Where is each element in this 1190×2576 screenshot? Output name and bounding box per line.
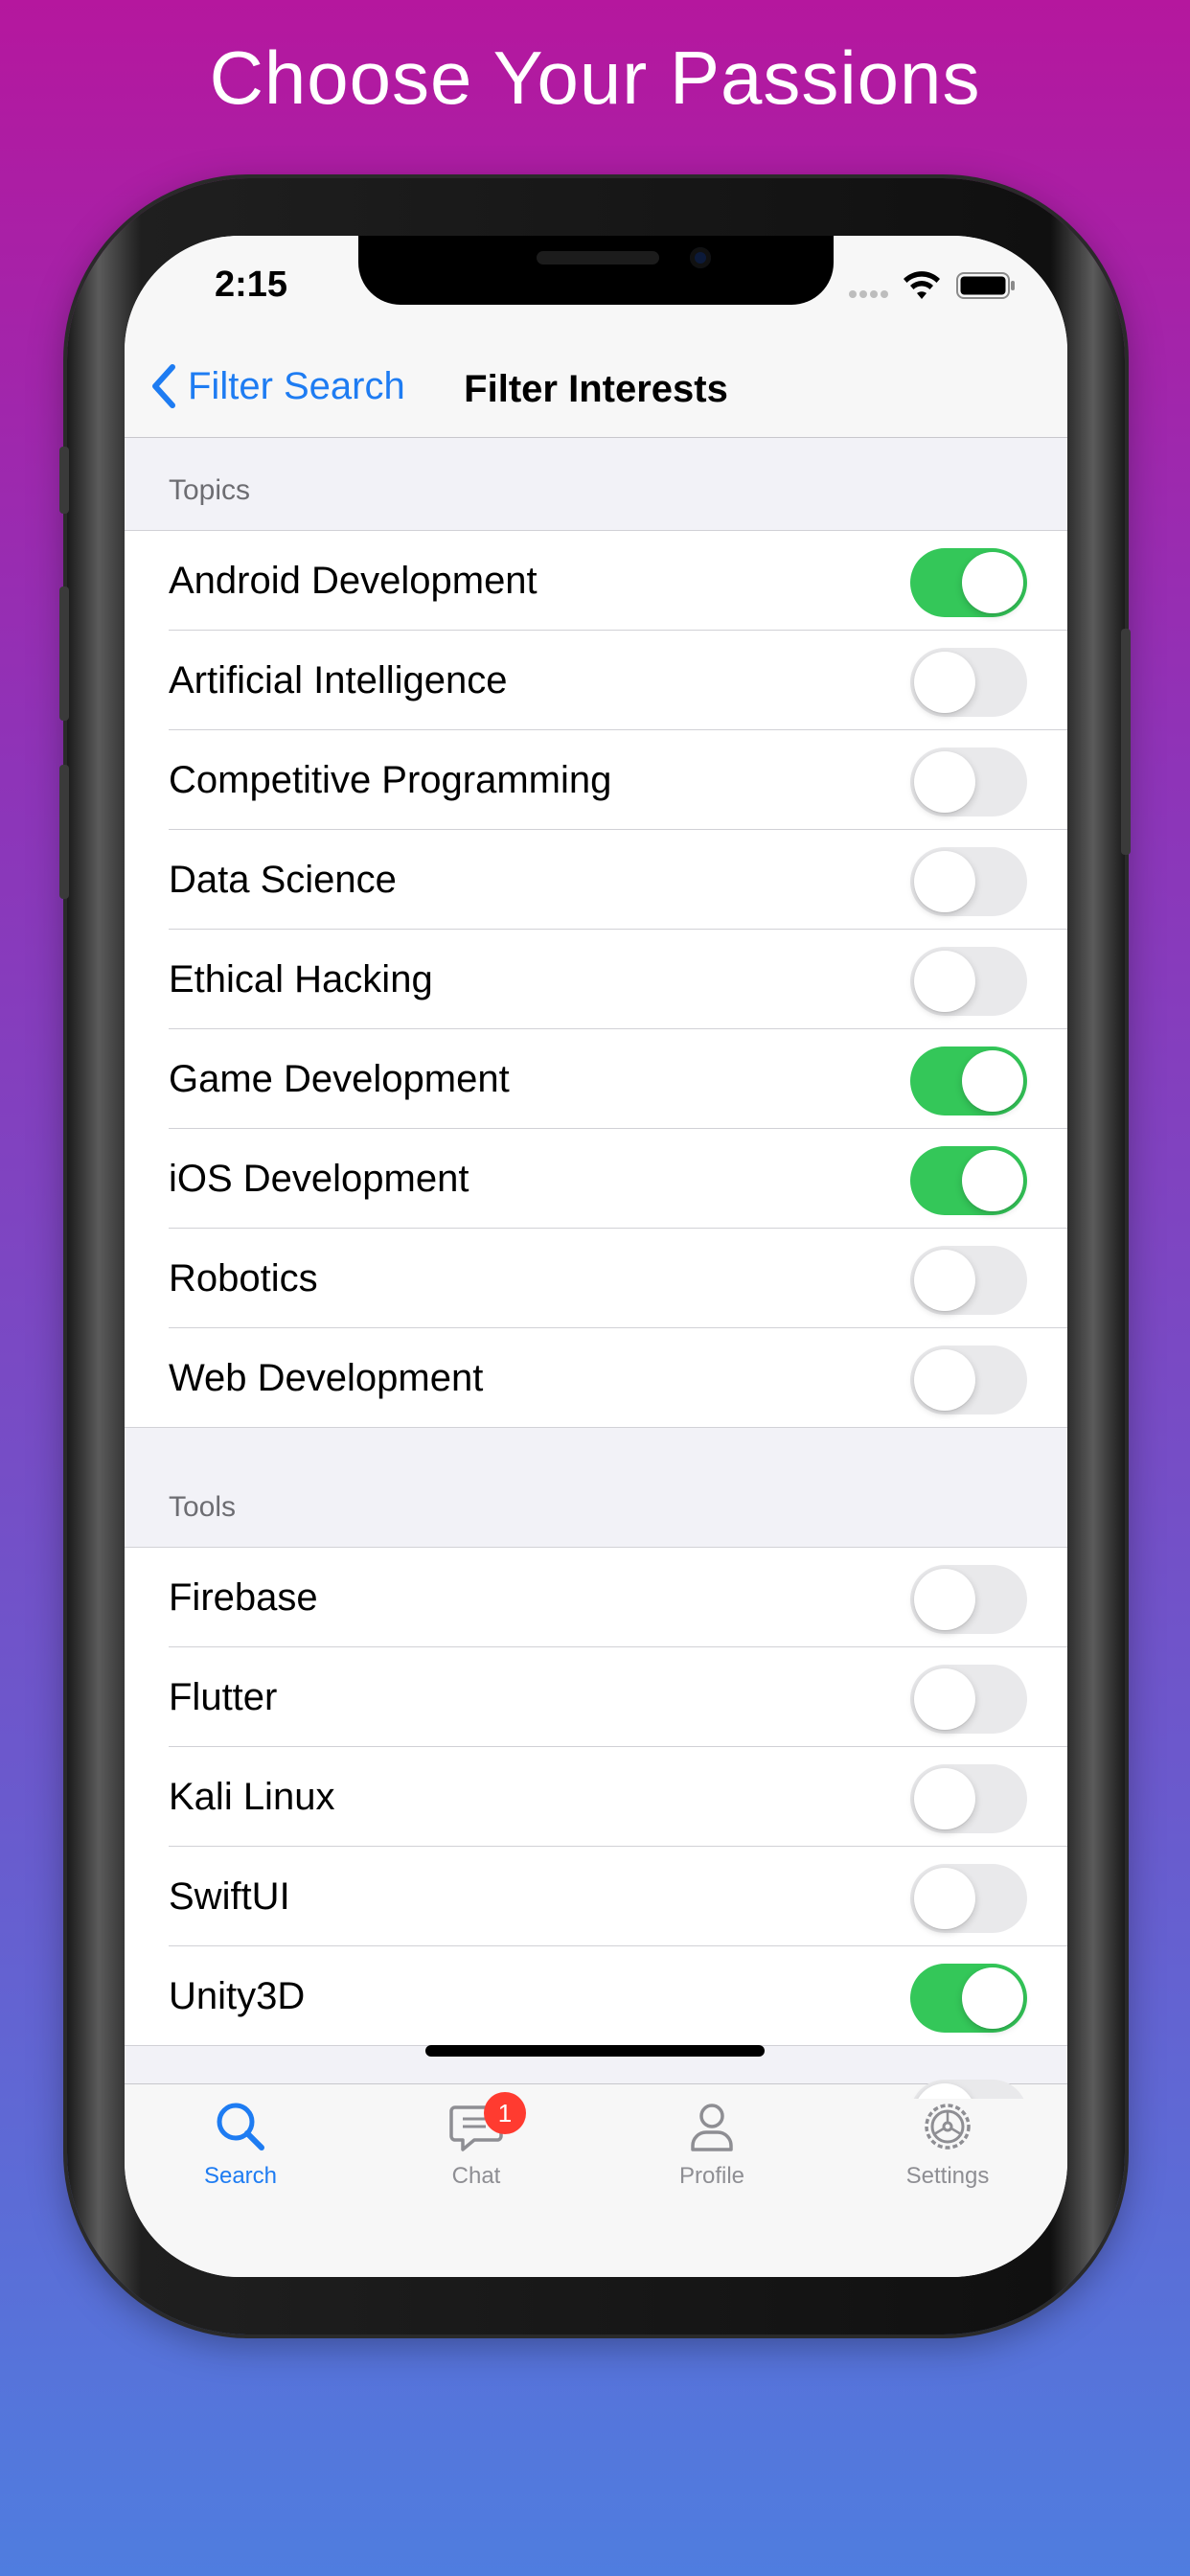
list-item-label: Game Development xyxy=(169,1058,510,1100)
section-header-label: Tools xyxy=(169,1491,237,1523)
phone-power-button xyxy=(1121,629,1131,855)
page-title: Filter Interests xyxy=(464,368,728,410)
list-item: Robotics xyxy=(125,1229,1067,1328)
phone-volume-up xyxy=(59,586,69,721)
list-item-label: Kali Linux xyxy=(169,1776,335,1818)
toggle-knob xyxy=(962,552,1023,613)
section-spacer xyxy=(125,1428,1067,1455)
tab-label: Chat xyxy=(451,2163,501,2189)
list-item-label: Artificial Intelligence xyxy=(169,659,508,702)
speaker-grille xyxy=(537,251,659,264)
section-header-label: Topics xyxy=(169,474,251,506)
list-item-label: Firebase xyxy=(169,1576,318,1619)
section-header-tools: Tools xyxy=(125,1455,1067,1548)
list-item: Android Development xyxy=(125,531,1067,631)
toggle-knob xyxy=(914,951,975,1012)
cellular-signal-icon xyxy=(849,286,891,303)
tab-profile[interactable]: Profile xyxy=(626,2098,798,2190)
list-item-label: SwiftUI xyxy=(169,1875,290,1918)
tab-settings[interactable]: Settings xyxy=(861,2098,1034,2190)
list-item: Artificial Intelligence xyxy=(125,631,1067,730)
toggle-switch[interactable] xyxy=(910,947,1027,1016)
toggle-switch[interactable] xyxy=(910,648,1027,717)
list-item-label: Unity3D xyxy=(169,1975,306,2017)
search-icon xyxy=(217,2103,264,2150)
status-time: 2:15 xyxy=(215,264,288,305)
list-item: SwiftUI xyxy=(125,1847,1067,1946)
phone-volume-down xyxy=(59,765,69,899)
list-item: Data Science xyxy=(125,830,1067,930)
toggle-knob xyxy=(914,1569,975,1630)
toggle-switch[interactable] xyxy=(910,1146,1027,1215)
tab-search[interactable]: Search xyxy=(154,2098,327,2190)
toggle-switch[interactable] xyxy=(910,1565,1027,1634)
tab-chat[interactable]: 1 Chat xyxy=(390,2092,562,2190)
phone-side-button xyxy=(59,447,69,514)
toggle-knob xyxy=(962,1150,1023,1211)
list-item: Game Development xyxy=(125,1029,1067,1129)
tab-label: Profile xyxy=(678,2163,745,2189)
list-item: Web Development xyxy=(125,1328,1067,1428)
battery-icon xyxy=(956,272,1015,299)
list-item: Competitive Programming xyxy=(125,730,1067,830)
toggle-knob xyxy=(914,1349,975,1411)
partially-hidden-toggle xyxy=(910,2080,1027,2099)
list-item: Ethical Hacking xyxy=(125,930,1067,1029)
list-item-label: Android Development xyxy=(169,560,538,602)
list-item: Kali Linux xyxy=(125,1747,1067,1847)
list-item-label: iOS Development xyxy=(169,1158,469,1200)
list-item-label: Robotics xyxy=(169,1257,318,1300)
headline: Choose Your Passions xyxy=(209,35,981,120)
toggle-knob xyxy=(914,1768,975,1829)
gear-icon xyxy=(925,2104,971,2150)
toggle-switch[interactable] xyxy=(910,1864,1027,1933)
toggle-switch[interactable] xyxy=(910,1964,1027,2033)
toggle-switch[interactable] xyxy=(910,1665,1027,1734)
tab-bar: Search 1 Chat Profile Settings xyxy=(125,2083,1067,2277)
toggle-switch[interactable] xyxy=(910,1046,1027,1116)
toggle-switch[interactable] xyxy=(910,748,1027,816)
tab-label: Search xyxy=(203,2163,278,2189)
filter-list[interactable]: Topics Android Development Artificial Int… xyxy=(125,438,1067,2083)
list-item-label: Ethical Hacking xyxy=(169,958,433,1000)
person-icon xyxy=(691,2104,733,2151)
chat-badge: 1 xyxy=(484,2092,526,2134)
toggle-switch[interactable] xyxy=(910,548,1027,617)
navigation-bar: Filter Search Filter Interests xyxy=(125,332,1067,438)
toggle-switch[interactable] xyxy=(910,1764,1027,1833)
toggle-knob xyxy=(914,1868,975,1929)
toggle-knob xyxy=(914,1250,975,1311)
section-header-topics: Topics xyxy=(125,438,1067,531)
toggle-knob xyxy=(914,1668,975,1730)
toggle-knob xyxy=(914,851,975,912)
notch xyxy=(358,236,834,305)
toggle-knob xyxy=(914,652,975,713)
list-item: iOS Development xyxy=(125,1129,1067,1229)
home-indicator xyxy=(425,2045,765,2057)
phone-screen: 2:15 Filter Search Filter Interests Topi… xyxy=(125,236,1067,2277)
toggle-knob xyxy=(962,1050,1023,1112)
list-item: Unity3D xyxy=(125,1946,1067,2046)
toggle-switch[interactable] xyxy=(910,847,1027,916)
toggle-switch[interactable] xyxy=(910,1246,1027,1315)
tab-label: Settings xyxy=(905,2163,990,2189)
toggle-switch[interactable] xyxy=(910,1346,1027,1414)
list-item-label: Data Science xyxy=(169,859,397,901)
list-item: Flutter xyxy=(125,1647,1067,1747)
list-item: Firebase xyxy=(125,1548,1067,1647)
toggle-knob xyxy=(914,751,975,813)
list-item-label: Flutter xyxy=(169,1676,278,1718)
list-item-label: Competitive Programming xyxy=(169,759,612,801)
wifi-icon xyxy=(904,271,940,299)
front-camera xyxy=(690,247,711,268)
toggle-knob xyxy=(962,1967,1023,2029)
list-item-label: Web Development xyxy=(169,1357,484,1399)
